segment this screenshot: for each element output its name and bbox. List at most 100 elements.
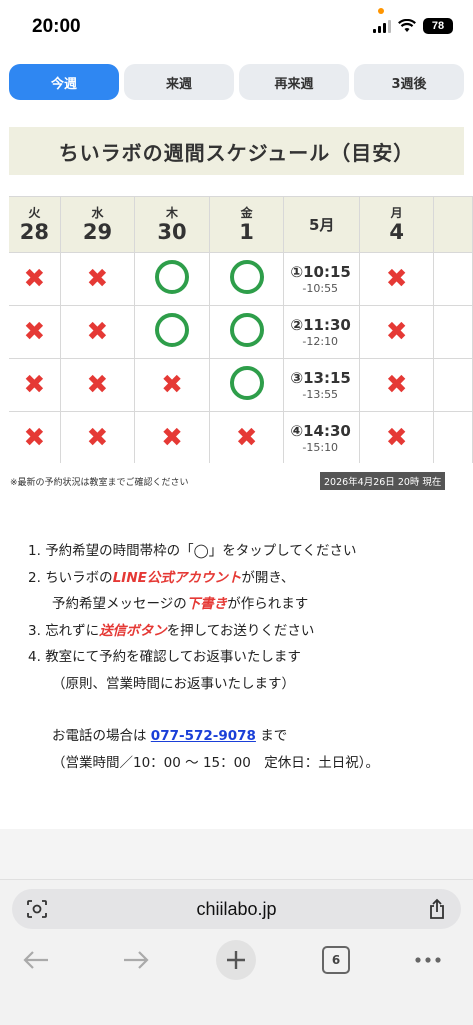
day-of-week: 木	[165, 205, 178, 220]
available-slot[interactable]	[134, 252, 210, 306]
unavailable-slot: ✖	[359, 411, 435, 463]
back-arrow-icon	[23, 951, 48, 969]
phone-link[interactable]: 077-572-9078	[151, 728, 256, 744]
step-2-continued: 予約希望メッセージの下書きが作られます	[52, 596, 309, 612]
day-header: 木 30	[134, 196, 210, 253]
slot-end: -13:55	[302, 387, 339, 401]
time-slot-cell: ②11:30 -12:10	[283, 305, 361, 359]
day-header: 金 1	[208, 196, 285, 253]
tab-next-week[interactable]: 来週	[124, 64, 234, 100]
address-bar[interactable]: chiilabo.jp	[12, 889, 461, 929]
business-hours: （営業時間／10：00 ～ 15：00 定休日：土日祝）。	[52, 754, 380, 771]
status-icons: 78	[373, 18, 453, 34]
unavailable-slot: ✖	[59, 358, 136, 412]
time-slot-cell: ①10:15 -10:55	[283, 252, 361, 306]
circle-icon	[229, 313, 264, 347]
tab-three-weeks-later[interactable]: 3週後	[354, 64, 464, 100]
plus-icon	[227, 951, 245, 969]
cross-icon: ✖	[385, 370, 408, 400]
unavailable-slot: ✖	[59, 252, 136, 306]
status-bar: 20:00 78	[0, 0, 473, 56]
available-slot[interactable]	[208, 358, 285, 412]
cross-icon: ✖	[385, 317, 408, 347]
unavailable-slot: ✖	[208, 411, 285, 463]
availability-note: ※最新の予約状況は教室までご確認ください	[10, 478, 189, 488]
cross-icon: ✖	[86, 264, 109, 294]
new-tab-button[interactable]	[216, 940, 256, 980]
cross-icon: ✖	[23, 423, 46, 453]
available-slot[interactable]	[208, 252, 285, 306]
signal-icon	[373, 19, 391, 33]
circle-icon	[229, 366, 264, 400]
unavailable-slot: ✖	[9, 305, 61, 359]
wifi-icon	[398, 19, 416, 32]
tab-count: 6	[322, 946, 350, 974]
step-4-continued: （原則、営業時間にお返事いたします）	[52, 675, 295, 692]
privacy-indicator	[378, 8, 384, 14]
slot-end: -15:10	[302, 440, 339, 454]
tab-week-after-next[interactable]: 再来週	[239, 64, 349, 100]
schedule-table-container: 火 28 水 29 木 30 金 1 5月 月 4 ✖ ✖ ①10:15 -10…	[9, 196, 473, 463]
slot-start: ③13:15	[290, 368, 351, 387]
send-button-emphasis: 送信ボタン	[99, 622, 167, 639]
day-header: 水 29	[59, 196, 136, 253]
slot-start: ②11:30	[290, 315, 351, 334]
tab-this-week[interactable]: 今週	[9, 64, 119, 100]
back-button[interactable]	[18, 942, 54, 978]
page-settings-icon[interactable]	[26, 899, 48, 919]
step-1: 1. 予約希望の時間帯枠の「◯」をタップしてください	[28, 543, 357, 559]
draft-emphasis: 下書き	[186, 596, 228, 612]
schedule-table: 火 28 水 29 木 30 金 1 5月 月 4 ✖ ✖ ①10:15 -10…	[9, 196, 473, 463]
cross-icon: ✖	[23, 370, 46, 400]
schedule-title: ちいラボの週間スケジュール（目安）	[9, 127, 464, 175]
day-header-overflow	[433, 196, 473, 253]
slot-row: ✖ ✖ ②11:30 -12:10 ✖	[9, 305, 473, 359]
overflow-cell	[433, 252, 473, 306]
browser-toolbar: chiilabo.jp 6	[0, 879, 473, 1025]
unavailable-slot: ✖	[134, 358, 210, 412]
status-time: 20:00	[32, 16, 81, 37]
time-slot-cell: ④14:30 -15:10	[283, 411, 361, 463]
day-number: 1	[239, 219, 254, 244]
unavailable-slot: ✖	[9, 358, 61, 412]
slot-end: -10:55	[302, 281, 339, 295]
overflow-cell	[433, 358, 473, 412]
unavailable-slot: ✖	[359, 305, 435, 359]
cross-icon: ✖	[86, 423, 109, 453]
day-number: 29	[82, 219, 113, 244]
day-number: 4	[389, 219, 404, 244]
day-header-row: 火 28 水 29 木 30 金 1 5月 月 4	[9, 196, 473, 253]
cross-icon: ✖	[161, 423, 183, 453]
line-account-emphasis: LINE公式アカウント	[112, 569, 242, 586]
available-slot[interactable]	[208, 305, 285, 359]
day-of-week: 金	[240, 205, 253, 220]
unavailable-slot: ✖	[59, 411, 136, 463]
forward-button[interactable]	[118, 942, 154, 978]
circle-icon	[154, 260, 189, 294]
url-text[interactable]: chiilabo.jp	[12, 889, 461, 929]
cross-icon: ✖	[23, 264, 46, 294]
day-header: 月 4	[359, 196, 435, 253]
circle-icon	[154, 313, 189, 347]
phone-line: お電話の場合は 077-572-9078 まで	[52, 728, 288, 744]
day-header: 火 28	[9, 196, 61, 253]
available-slot[interactable]	[134, 305, 210, 359]
unavailable-slot: ✖	[9, 411, 61, 463]
slot-start: ①10:15	[290, 262, 351, 281]
cross-icon: ✖	[23, 317, 46, 347]
slot-start: ④14:30	[290, 421, 351, 440]
day-of-week: 火	[28, 205, 41, 220]
unavailable-slot: ✖	[134, 411, 210, 463]
share-icon[interactable]	[427, 898, 447, 920]
day-of-week: 水	[91, 205, 104, 220]
more-button[interactable]	[412, 942, 444, 978]
unavailable-slot: ✖	[359, 358, 435, 412]
instructions: 1. 予約希望の時間帯枠の「◯」をタップしてください 2. ちいラボのLINE公…	[28, 538, 458, 776]
cross-icon: ✖	[161, 370, 183, 400]
battery-icon: 78	[423, 18, 453, 34]
slot-row: ✖ ✖ ①10:15 -10:55 ✖	[9, 252, 473, 306]
week-tabs: 今週 来週 再来週 3週後	[9, 64, 464, 100]
slot-row: ✖ ✖ ✖ ✖ ④14:30 -15:10 ✖	[9, 411, 473, 463]
tabs-button[interactable]: 6	[320, 942, 352, 978]
